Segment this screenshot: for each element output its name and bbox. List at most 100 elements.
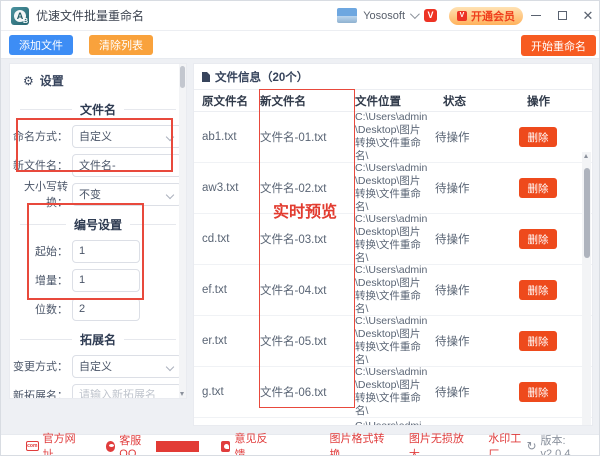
user-avatar[interactable] <box>337 8 358 23</box>
col-action: 操作 <box>527 95 550 108</box>
original-name: er.txt <box>202 335 227 347</box>
settings-sidebar: ⚙ 设置 文件名 命名方式： 自定义 新文件名： 大小写转换： 不变 编号设置 <box>9 63 187 399</box>
title-bar: A B 优速文件批量重命名 Yososoft V V 开通会员 ✕ <box>1 1 599 31</box>
new-name: 文件名-06.txt <box>260 387 327 399</box>
table-row: er.txt 文件名-05.txt C:\Users\admin\Desktop… <box>194 315 592 367</box>
new-filename-input[interactable] <box>79 159 175 171</box>
file-location: C:\Users\admin\Desktop\图片转换\文件重命名\ <box>355 213 428 264</box>
tool-image-lossless-enlarge[interactable]: 图片无损放大 <box>409 430 466 455</box>
col-original-name: 原文件名 <box>202 95 248 108</box>
sidebar-scroll-down-icon[interactable] <box>180 392 184 396</box>
new-name: 文件名-04.txt <box>260 285 327 297</box>
start-number-label: 起始： <box>35 246 68 258</box>
delete-button[interactable]: 删除 <box>519 229 557 249</box>
table-header-row: 原文件名 新文件名 文件位置 状态 操作 <box>194 90 592 112</box>
app-logo-sub: B <box>22 17 28 25</box>
app-window: A B 优速文件批量重命名 Yososoft V V 开通会员 ✕ 添加文件 清… <box>0 0 600 456</box>
table-scrollbar-thumb[interactable] <box>583 168 590 258</box>
table-row: aw3.txt 文件名-02.txt C:\Users\admin\Deskto… <box>194 162 592 214</box>
new-extension-label: 新拓展名： <box>13 390 68 399</box>
chevron-down-icon <box>165 132 175 141</box>
file-location: C:\Users\admin\Desktop\图片转换\文件重命名\ <box>355 111 428 162</box>
increment-input[interactable] <box>79 274 133 286</box>
minimize-button[interactable] <box>523 5 549 27</box>
open-vip-label: 开通会员 <box>471 10 515 23</box>
delete-button[interactable]: 删除 <box>519 280 557 300</box>
sidebar-scrollbar-thumb[interactable] <box>180 66 185 88</box>
chevron-down-icon <box>165 362 175 371</box>
change-mode-select[interactable]: 自定义 <box>72 354 182 378</box>
change-mode-label: 变更方式： <box>13 361 68 373</box>
open-vip-button[interactable]: V 开通会员 <box>449 6 523 25</box>
table-row: ab1.txt 文件名-01.txt C:\Users\admin\Deskto… <box>194 111 592 163</box>
original-name: cd.txt <box>202 233 230 245</box>
tool-image-format-convert[interactable]: 图片格式转换 <box>330 430 387 455</box>
official-site-label: 官方网址 <box>42 433 76 456</box>
website-icon: com <box>26 441 39 451</box>
clear-list-button[interactable]: 清除列表 <box>89 35 153 55</box>
new-extension-input[interactable] <box>79 389 175 398</box>
original-name: g.txt <box>202 386 224 398</box>
start-number-input[interactable] <box>79 245 133 257</box>
digits-label: 位数： <box>35 304 68 316</box>
case-convert-label: 大小写转换： <box>24 181 68 209</box>
table-row: g.txt 文件名-06.txt C:\Users\admin\Desktop\… <box>194 366 592 418</box>
vip-mini-icon: V <box>457 10 467 21</box>
account-name[interactable]: Yososoft <box>363 10 405 22</box>
refresh-icon[interactable]: ↻ <box>526 439 536 453</box>
case-convert-select[interactable]: 不变 <box>72 182 182 206</box>
file-info-header: 文件信息（20个） <box>215 71 309 84</box>
naming-mode-select[interactable]: 自定义 <box>72 124 182 148</box>
new-name: 文件名-05.txt <box>260 336 327 348</box>
file-location: C:\Users\admi <box>355 420 422 426</box>
chevron-down-icon <box>165 190 175 199</box>
filename-section-title: 文件名 <box>20 101 177 118</box>
service-qq-label: 客服QQ <box>119 435 142 456</box>
chevron-down-icon[interactable] <box>409 9 420 20</box>
close-icon: ✕ <box>582 8 594 23</box>
new-name: 文件名-01.txt <box>260 132 327 144</box>
status-text: 待操作 <box>435 387 470 399</box>
feedback-link[interactable]: 意见反馈 <box>220 430 274 456</box>
service-qq-link[interactable]: 客服QQ <box>105 432 199 456</box>
file-info-panel: 文件信息（20个） 原文件名 新文件名 文件位置 状态 操作 ab1.txt 文… <box>193 63 593 426</box>
new-name: 文件名-03.txt <box>260 234 327 246</box>
tool-watermark-factory[interactable]: 水印工厂 <box>488 430 526 455</box>
delete-button[interactable]: 删除 <box>519 127 557 147</box>
qq-number-redacted <box>156 440 199 452</box>
gear-icon: ⚙ <box>23 73 34 88</box>
delete-button[interactable]: 删除 <box>519 331 557 351</box>
original-name: aw3.txt <box>202 182 239 194</box>
digits-input[interactable] <box>79 303 133 315</box>
toolbar: 添加文件 清除列表 开始重命名 <box>1 31 599 59</box>
file-info-icon <box>202 71 211 82</box>
increment-label: 增量： <box>35 275 68 287</box>
add-files-button[interactable]: 添加文件 <box>9 35 73 55</box>
file-location: C:\Users\admin\Desktop\图片转换\文件重命名\ <box>355 264 428 315</box>
delete-button[interactable]: 删除 <box>519 382 557 402</box>
sidebar-scrollbar[interactable] <box>179 64 186 398</box>
feedback-label: 意见反馈 <box>234 433 268 456</box>
table-row: ef.txt 文件名-04.txt C:\Users\admin\Desktop… <box>194 264 592 316</box>
qq-icon <box>105 440 116 452</box>
app-logo-icon: A B <box>11 6 29 25</box>
original-name: ab1.txt <box>202 131 237 143</box>
table-scroll-up-icon[interactable] <box>584 154 588 158</box>
feedback-icon <box>220 440 231 452</box>
vip-badge-icon: V <box>424 9 437 22</box>
col-new-name: 新文件名 <box>260 95 306 108</box>
delete-button[interactable]: 删除 <box>519 178 557 198</box>
table-scrollbar[interactable] <box>582 152 591 425</box>
maximize-button[interactable] <box>549 5 575 27</box>
official-site-link[interactable]: com 官方网址 <box>26 430 82 456</box>
status-text: 待操作 <box>435 285 470 297</box>
window-title: 优速文件批量重命名 <box>36 9 145 23</box>
file-location: C:\Users\admin\Desktop\图片转换\文件重命名\ <box>355 315 428 366</box>
status-text: 待操作 <box>435 183 470 195</box>
extension-section-title: 拓展名 <box>20 331 177 348</box>
original-name: ef.txt <box>202 284 227 296</box>
col-status: 状态 <box>443 95 466 108</box>
status-text: 待操作 <box>435 234 470 246</box>
start-rename-button[interactable]: 开始重命名 <box>521 35 596 56</box>
close-button[interactable]: ✕ <box>575 5 599 27</box>
